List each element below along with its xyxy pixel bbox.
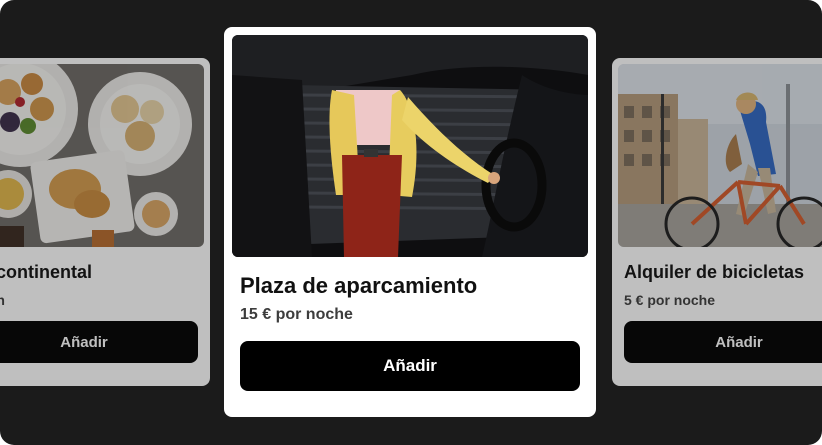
card-price: 5 € por noche [624,292,716,308]
add-button[interactable]: Añadir [624,321,822,363]
extra-card-breakfast[interactable]: o continental son Añadir [0,58,210,386]
extra-card-parking[interactable]: Plaza de aparcamiento 15 € por noche Aña… [224,27,596,417]
card-title: Alquiler de bicicletas [624,262,805,282]
add-button[interactable]: Añadir [0,321,198,363]
card-title: o continental [0,262,92,282]
add-button[interactable]: Añadir [240,341,580,391]
parking-image [232,35,588,257]
extra-card-bicycle[interactable]: Alquiler de bicicletas 5 € por noche Aña… [612,58,822,386]
bicycle-image [618,64,822,247]
card-price: 15 € por noche [240,306,353,323]
card-title: Plaza de aparcamiento [240,273,478,298]
breakfast-image [0,64,204,247]
carousel-stage: o continental son Añadir [0,0,822,445]
card-price: son [0,292,5,308]
